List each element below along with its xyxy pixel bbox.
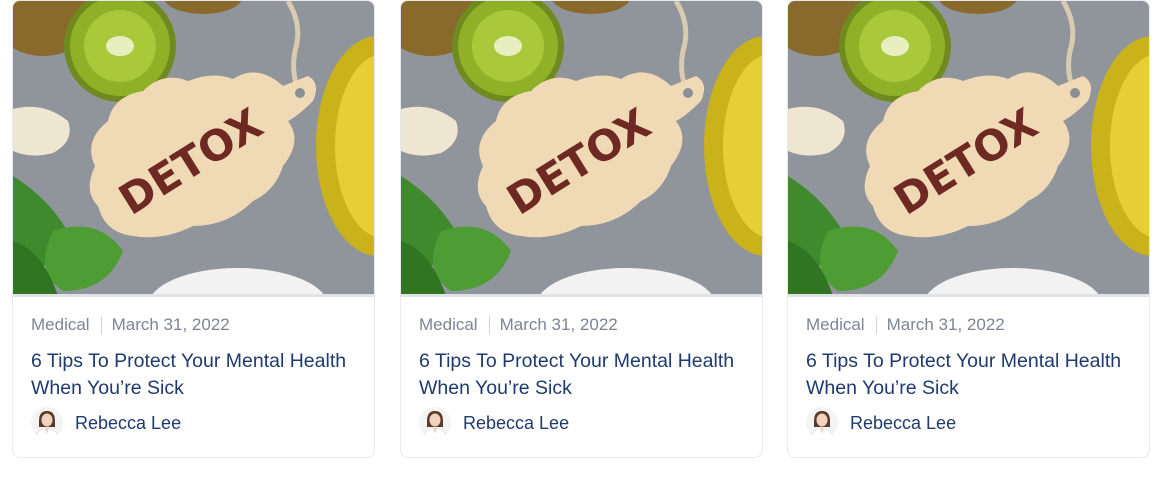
author-name: Rebecca Lee — [75, 412, 182, 433]
post-author[interactable]: Rebecca Lee — [31, 406, 181, 440]
post-thumbnail-image[interactable]: DETOX — [13, 1, 375, 296]
post-date: March 31, 2022 — [499, 315, 618, 334]
post-thumbnail-image[interactable]: DETOX — [401, 1, 763, 296]
post-title[interactable]: 6 Tips To Protect Your Mental Health Whe… — [806, 348, 1141, 402]
post-thumbnail-image[interactable]: DETOX — [788, 1, 1150, 296]
blog-card[interactable]: DETOX Medical March 31, 2022 6 Tips To P… — [12, 0, 375, 458]
author-avatar — [806, 407, 838, 439]
image-divider — [13, 294, 374, 297]
post-title[interactable]: 6 Tips To Protect Your Mental Health Whe… — [31, 348, 366, 402]
post-category[interactable]: Medical — [31, 315, 90, 335]
author-name: Rebecca Lee — [850, 412, 957, 433]
post-category[interactable]: Medical — [419, 315, 478, 335]
blog-card[interactable]: DETOX Medical March 31, 2022 6 Tips To P… — [400, 0, 763, 458]
meta-separator — [875, 316, 877, 334]
post-date: March 31, 2022 — [886, 315, 1005, 334]
meta-separator — [488, 316, 490, 334]
blog-card[interactable]: DETOX Medical March 31, 2022 6 Tips To P… — [787, 0, 1150, 458]
author-avatar — [31, 407, 63, 439]
post-author[interactable]: Rebecca Lee — [806, 406, 956, 440]
author-avatar — [419, 407, 451, 439]
post-category[interactable]: Medical — [806, 315, 865, 335]
image-divider — [401, 294, 762, 297]
post-author[interactable]: Rebecca Lee — [419, 406, 569, 440]
post-date: March 31, 2022 — [111, 315, 230, 334]
meta-separator — [100, 316, 102, 334]
post-title[interactable]: 6 Tips To Protect Your Mental Health Whe… — [419, 348, 754, 402]
post-meta: Medical March 31, 2022 — [806, 314, 1005, 336]
post-meta: Medical March 31, 2022 — [419, 314, 618, 336]
image-divider — [788, 294, 1149, 297]
author-name: Rebecca Lee — [463, 412, 570, 433]
post-meta: Medical March 31, 2022 — [31, 314, 230, 336]
